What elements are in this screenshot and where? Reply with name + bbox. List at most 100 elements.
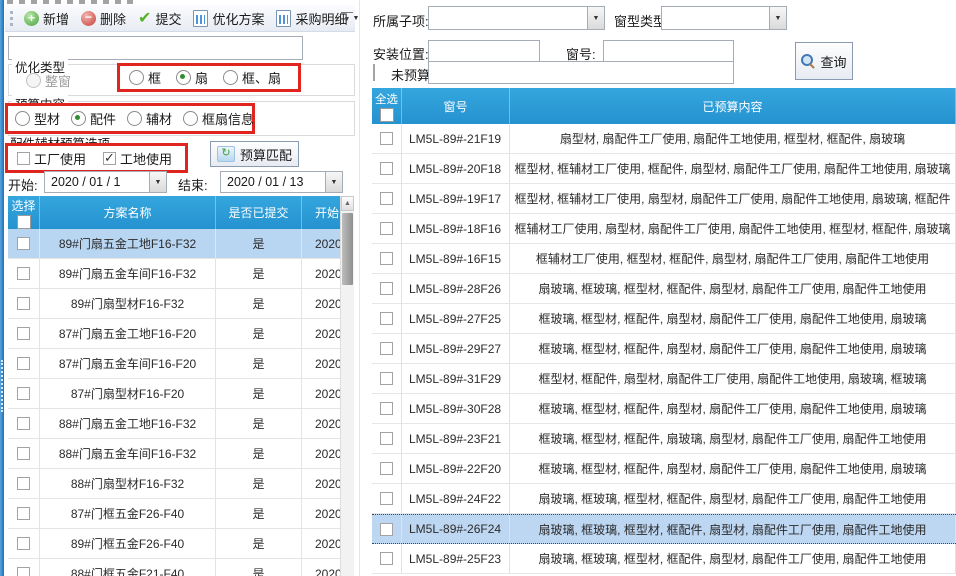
checkbox-site-use[interactable]: 工地使用: [103, 149, 172, 168]
plan-table-row[interactable]: 88#门框五金F21-F40是2020/0: [8, 559, 354, 576]
chevron-down-icon[interactable]: [769, 7, 786, 29]
submit-button[interactable]: 提交: [133, 8, 186, 29]
row-select-checkbox[interactable]: [17, 327, 30, 340]
radio-sash-control[interactable]: [176, 70, 191, 85]
chevron-down-icon[interactable]: [325, 172, 342, 192]
left-collapsed-panel-strip[interactable]: [0, 0, 4, 576]
window-no-input[interactable]: [603, 40, 734, 62]
plan-table-scrollbar[interactable]: [340, 196, 354, 576]
plan-table-row[interactable]: 88#门扇五金车间F16-F32是2020/0: [8, 439, 354, 469]
query-button[interactable]: 查询: [795, 42, 853, 80]
plan-table-row[interactable]: 88#门扇五金工地F16-F32是2020/0: [8, 409, 354, 439]
chevron-down-icon[interactable]: [149, 172, 166, 192]
no-budget-checkbox[interactable]: [373, 64, 375, 81]
radio-whole-window-control[interactable]: [26, 73, 41, 88]
row-select-checkbox[interactable]: [380, 282, 393, 295]
select-all-checkbox[interactable]: [380, 108, 394, 122]
row-select-checkbox[interactable]: [380, 252, 393, 265]
radio-profile[interactable]: 型材: [15, 109, 60, 128]
row-select-checkbox[interactable]: [380, 552, 393, 565]
window-table-row[interactable]: LM5L-89#-23F21框玻璃, 框型材, 框配件, 扇玻璃, 扇型材, 扇…: [372, 424, 956, 454]
chevron-down-icon[interactable]: [587, 7, 604, 29]
plan-table-row[interactable]: 89#门扇五金车间F16-F32是2020/0: [8, 259, 354, 289]
plan-table-row[interactable]: 87#门扇五金工地F16-F20是2020/0: [8, 319, 354, 349]
row-select-checkbox[interactable]: [380, 312, 393, 325]
window-table-row[interactable]: LM5L-89#-22F20框玻璃, 框型材, 框配件, 扇型材, 扇配件工厂使…: [372, 454, 956, 484]
checkbox-site-use-control[interactable]: [103, 152, 116, 165]
budget-content-column-header[interactable]: 已预算内容: [510, 88, 956, 124]
submitted-column-header[interactable]: 是否已提交: [216, 196, 302, 229]
row-select-checkbox[interactable]: [17, 447, 30, 460]
plan-table-row[interactable]: 87#门扇五金车间F16-F20是2020/0: [8, 349, 354, 379]
delete-button[interactable]: 删除: [76, 8, 131, 29]
row-select-checkbox[interactable]: [17, 357, 30, 370]
window-table-row[interactable]: LM5L-89#-21F19扇型材, 扇配件工厂使用, 扇配件工地使用, 框型材…: [372, 124, 956, 154]
add-button[interactable]: 新增: [19, 8, 74, 29]
row-select-checkbox[interactable]: [17, 417, 30, 430]
plan-table-row[interactable]: 88#门扇型材F16-F32是2020/0: [8, 469, 354, 499]
radio-frame-sash-control[interactable]: [223, 70, 238, 85]
row-select-checkbox[interactable]: [17, 297, 30, 310]
window-table-row[interactable]: LM5L-89#-28F26扇玻璃, 框玻璃, 框型材, 框配件, 扇型材, 扇…: [372, 274, 956, 304]
radio-frame[interactable]: 框: [129, 68, 161, 87]
row-select-checkbox[interactable]: [380, 192, 393, 205]
row-select-checkbox[interactable]: [380, 523, 393, 536]
window-table-row[interactable]: LM5L-89#-24F22扇玻璃, 框玻璃, 框型材, 框配件, 扇型材, 扇…: [372, 484, 956, 514]
window-table-row[interactable]: LM5L-89#-31F29框型材, 框配件, 扇型材, 扇配件工厂使用, 扇配…: [372, 364, 956, 394]
radio-auxiliary[interactable]: 辅材: [127, 109, 172, 128]
radio-accessory-control[interactable]: [71, 111, 86, 126]
plan-table-row[interactable]: 89#门框五金F26-F40是2020/0: [8, 529, 354, 559]
install-position-input[interactable]: [428, 40, 540, 62]
row-select-checkbox[interactable]: [17, 387, 30, 400]
toolbar-overflow-button[interactable]: [341, 12, 353, 28]
checkbox-factory-use-control[interactable]: [17, 152, 30, 165]
row-select-checkbox[interactable]: [17, 567, 30, 576]
scroll-up-icon[interactable]: [341, 196, 354, 211]
radio-accessory[interactable]: 配件: [71, 109, 116, 128]
budget-match-button[interactable]: 预算匹配: [210, 141, 299, 167]
checkbox-factory-use[interactable]: 工厂使用: [17, 149, 86, 168]
plan-table-row[interactable]: 87#门框五金F26-F40是2020/0: [8, 499, 354, 529]
row-select-checkbox[interactable]: [380, 132, 393, 145]
row-select-checkbox[interactable]: [380, 492, 393, 505]
optimize-plan-button[interactable]: 优化方案: [188, 8, 269, 29]
radio-frame-sash[interactable]: 框、扇: [223, 68, 281, 87]
row-select-checkbox[interactable]: [17, 267, 30, 280]
row-select-checkbox[interactable]: [380, 462, 393, 475]
row-select-checkbox[interactable]: [17, 237, 30, 250]
row-select-checkbox[interactable]: [17, 507, 30, 520]
row-select-checkbox[interactable]: [380, 432, 393, 445]
plan-table-row[interactable]: 89#门扇五金工地F16-F32是2020/0: [8, 229, 354, 259]
end-date-picker[interactable]: 2020 / 01 / 13: [220, 171, 343, 193]
plan-table-row[interactable]: 89#门扇型材F16-F32是2020/0: [8, 289, 354, 319]
row-select-checkbox[interactable]: [17, 477, 30, 490]
radio-frame-control[interactable]: [129, 70, 144, 85]
radio-frame-sash-info[interactable]: 框扇信息: [183, 109, 254, 128]
window-table-row[interactable]: LM5L-89#-29F27框玻璃, 框型材, 框配件, 扇型材, 扇配件工厂使…: [372, 334, 956, 364]
row-select-checkbox[interactable]: [380, 222, 393, 235]
row-select-checkbox[interactable]: [380, 372, 393, 385]
row-select-checkbox[interactable]: [380, 162, 393, 175]
window-table-row[interactable]: LM5L-89#-18F16框辅材工厂使用, 扇型材, 扇配件工厂使用, 扇配件…: [372, 214, 956, 244]
row-select-checkbox[interactable]: [17, 537, 30, 550]
plan-name-column-header[interactable]: 方案名称: [40, 196, 216, 229]
window-table-row[interactable]: LM5L-89#-27F25框玻璃, 框型材, 框配件, 扇型材, 扇配件工厂使…: [372, 304, 956, 334]
row-select-checkbox[interactable]: [380, 342, 393, 355]
window-table-row[interactable]: LM5L-89#-19F17框型材, 框辅材工厂使用, 扇型材, 扇配件工厂使用…: [372, 184, 956, 214]
start-date-picker[interactable]: 2020 / 01 / 1: [44, 171, 167, 193]
no-budget-input[interactable]: [428, 61, 734, 84]
scrollbar-thumb[interactable]: [342, 213, 353, 285]
window-table-row[interactable]: LM5L-89#-16F15框辅材工厂使用, 框型材, 框配件, 扇型材, 扇配…: [372, 244, 956, 274]
window-no-column-header[interactable]: 窗号: [402, 88, 510, 124]
radio-frame-sash-info-control[interactable]: [183, 111, 198, 126]
sub-item-select[interactable]: [428, 6, 605, 30]
radio-sash[interactable]: 扇: [176, 68, 208, 87]
radio-profile-control[interactable]: [15, 111, 30, 126]
window-table-row[interactable]: LM5L-89#-26F24扇玻璃, 框玻璃, 框型材, 框配件, 扇型材, 扇…: [372, 514, 956, 544]
radio-whole-window[interactable]: 整窗: [26, 71, 71, 90]
plan-table-row[interactable]: 87#门扇型材F16-F20是2020/0: [8, 379, 354, 409]
row-select-checkbox[interactable]: [380, 402, 393, 415]
window-table-row[interactable]: LM5L-89#-30F28框玻璃, 框型材, 框配件, 扇型材, 扇配件工厂使…: [372, 394, 956, 424]
window-table-row[interactable]: LM5L-89#-25F23扇玻璃, 框玻璃, 框型材, 框配件, 扇型材, 扇…: [372, 544, 956, 574]
window-table-row[interactable]: LM5L-89#-20F18框型材, 框辅材工厂使用, 框配件, 扇型材, 扇配…: [372, 154, 956, 184]
